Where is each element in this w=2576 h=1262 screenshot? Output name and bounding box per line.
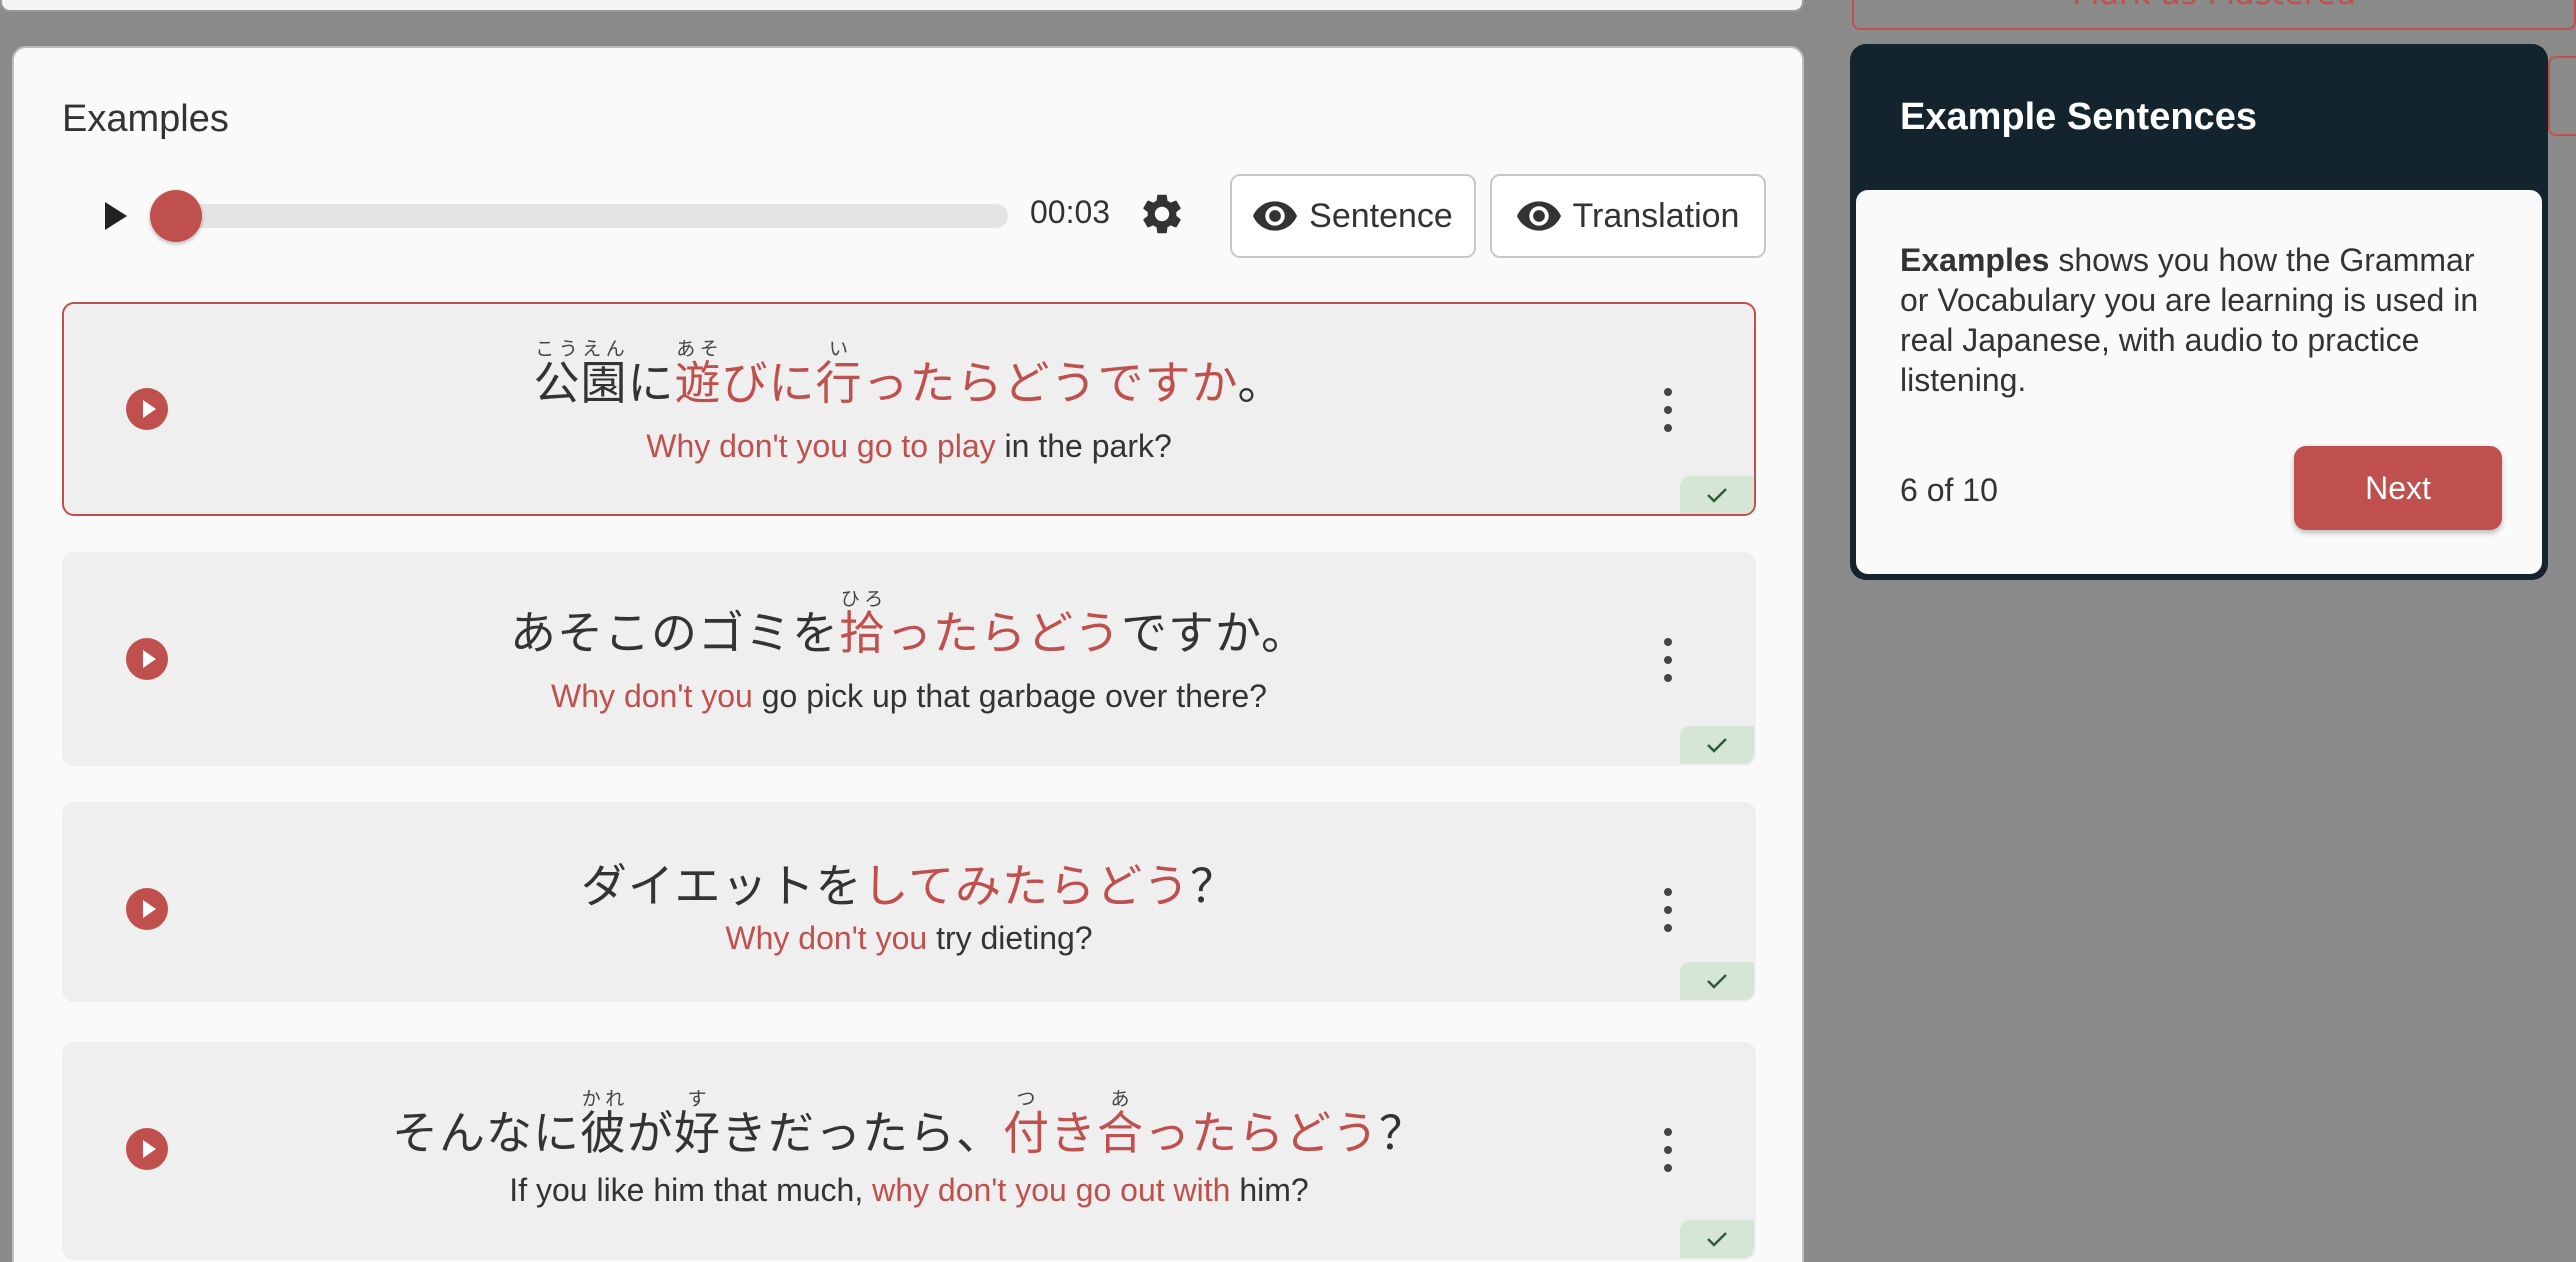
translation-highlight: why don't you go out with	[872, 1172, 1231, 1208]
tour-title: Example Sentences	[1900, 96, 2257, 138]
example-english-translation: Why don't you go to play in the park?	[64, 428, 1754, 465]
examples-title: Examples	[62, 98, 229, 140]
toggle-translation-label: Translation	[1572, 196, 1740, 235]
sentence-segment: ですか。	[1120, 606, 1309, 660]
grammar-highlight: びに	[721, 356, 816, 410]
example-japanese-sentence: 公園こうえんに遊あそびに行いったらどうですか。	[64, 338, 1754, 413]
grammar-highlight: してみたらどう	[862, 859, 1191, 913]
translation-highlight: Why don't you go to play	[646, 428, 996, 464]
toggle-sentence-button[interactable]: Sentence	[1230, 174, 1476, 258]
top-panel-edge	[0, 0, 1804, 12]
sentence-segment: 彼かれ	[580, 1088, 627, 1160]
sentence-segment: が	[627, 1106, 674, 1160]
example-english-translation: Why don't you go pick up that garbage ov…	[64, 678, 1754, 715]
translation-segment: If you like him that much,	[509, 1172, 873, 1208]
tour-popover: Example Sentences Examples shows you how…	[1850, 44, 2548, 580]
translation-segment: in the park?	[995, 428, 1172, 464]
example-japanese-sentence: そんなに彼かれが好すきだったら、付つき合あったらどう？	[64, 1088, 1754, 1163]
toggle-sentence-label: Sentence	[1309, 196, 1453, 235]
translation-highlight: Why don't you	[551, 678, 753, 714]
more-vertical-icon[interactable]	[1658, 638, 1678, 682]
audio-progress-track[interactable]	[166, 204, 1008, 228]
grammar-highlight: ったらどうですか	[862, 356, 1238, 410]
mark-mastered-label: Mark as Mastered	[1854, 0, 2574, 12]
sentence-segment: あそこのゴミを	[509, 606, 839, 660]
audio-player: 00:03 Sentence Translation	[62, 174, 1772, 264]
example-english-translation: Why don't you try dieting?	[64, 920, 1754, 957]
example-card[interactable]: ダイエットをしてみたらどう？ Why don't you try dieting?	[62, 802, 1756, 1002]
sentence-segment: ？	[1379, 1106, 1426, 1160]
sentence-segment: 公園こうえん	[533, 338, 628, 410]
tour-description-bold: Examples	[1900, 242, 2050, 278]
example-japanese-sentence: あそこのゴミを拾ひろったらどうですか。	[64, 588, 1754, 663]
audio-time: 00:03	[1030, 194, 1111, 230]
grammar-highlight: き	[1050, 1106, 1097, 1160]
more-vertical-icon[interactable]	[1658, 1128, 1678, 1172]
sentence-segment: そんなに	[392, 1106, 580, 1160]
grammar-highlight: 拾ひろ	[838, 588, 886, 660]
check-icon	[1680, 962, 1754, 1000]
sentence-segment: 好す	[674, 1088, 721, 1160]
examples-panel: Examples 00:03 Sentence Translation 公園こう…	[12, 46, 1804, 1262]
furigana: あ	[1097, 1088, 1144, 1110]
sentence-segment: ダイエットを	[580, 859, 863, 913]
eye-icon	[1516, 201, 1561, 231]
toggle-translation-button[interactable]: Translation	[1490, 174, 1766, 258]
grammar-highlight: ったらどう	[885, 606, 1121, 660]
grammar-highlight: 行い	[815, 338, 863, 410]
furigana: す	[674, 1088, 721, 1110]
tour-body: Examples shows you how the Grammar or Vo…	[1856, 190, 2542, 574]
sentence-segment: きだったら、	[721, 1106, 1003, 1160]
furigana: こうえん	[533, 338, 628, 360]
grammar-highlight: 付つ	[1003, 1088, 1050, 1160]
furigana: ひろ	[838, 588, 886, 610]
furigana: つ	[1003, 1088, 1050, 1110]
translation-segment: him?	[1230, 1172, 1309, 1208]
gear-icon[interactable]	[1138, 190, 1186, 238]
side-panel-edge	[2548, 56, 2576, 136]
check-icon	[1680, 726, 1754, 764]
tour-step-count: 6 of 10	[1900, 472, 1998, 508]
tour-description: Examples shows you how the Grammar or Vo…	[1900, 240, 2500, 400]
sentence-segment: 。	[1237, 356, 1285, 410]
play-all-button[interactable]	[96, 196, 136, 236]
example-japanese-sentence: ダイエットをしてみたらどう？	[64, 850, 1754, 916]
translation-highlight: Why don't you	[725, 920, 928, 956]
furigana: い	[815, 338, 863, 360]
grammar-highlight: ったらどう	[1144, 1106, 1379, 1160]
sentence-segment: に	[627, 356, 675, 410]
example-card[interactable]: 公園こうえんに遊あそびに行いったらどうですか。 Why don't you go …	[62, 302, 1756, 516]
translation-segment: try dieting?	[927, 920, 1093, 956]
audio-progress-thumb[interactable]	[150, 190, 202, 242]
example-english-translation: If you like him that much, why don't you…	[64, 1172, 1754, 1209]
example-card[interactable]: そんなに彼かれが好すきだったら、付つき合あったらどう？ If you like h…	[62, 1042, 1756, 1260]
grammar-highlight: 遊あそ	[674, 338, 722, 410]
check-icon	[1680, 1220, 1754, 1258]
play-icon	[105, 202, 127, 230]
furigana: かれ	[580, 1088, 627, 1110]
tour-next-button[interactable]: Next	[2294, 446, 2502, 530]
sentence-segment: ？	[1190, 859, 1238, 913]
grammar-highlight: 合あ	[1097, 1088, 1144, 1160]
more-vertical-icon[interactable]	[1658, 388, 1678, 432]
furigana: あそ	[674, 338, 722, 360]
check-icon	[1680, 476, 1754, 514]
mark-mastered-button[interactable]: Mark as Mastered	[1852, 0, 2576, 30]
translation-segment: go pick up that garbage over there?	[752, 678, 1267, 714]
eye-icon	[1253, 201, 1298, 231]
example-card[interactable]: あそこのゴミを拾ひろったらどうですか。 Why don't you go pick…	[62, 552, 1756, 766]
more-vertical-icon[interactable]	[1658, 888, 1678, 932]
